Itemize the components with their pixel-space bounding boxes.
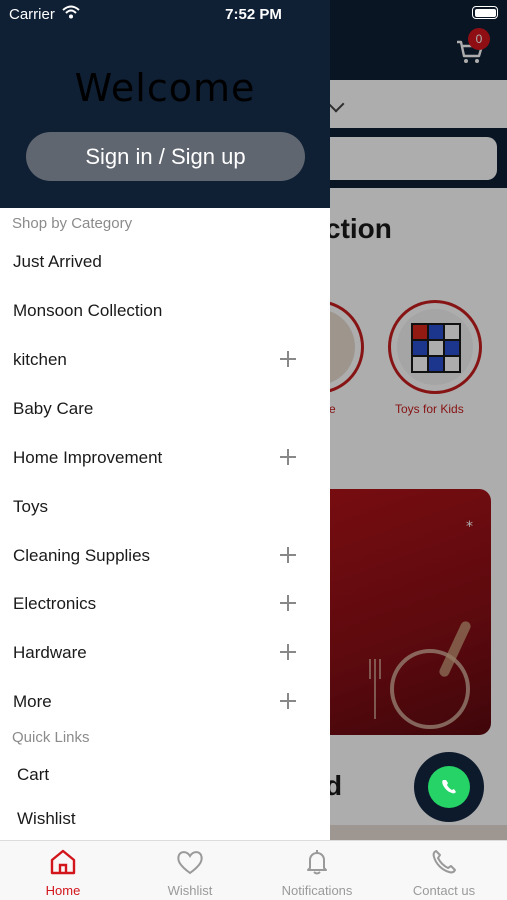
- clock: 7:52 PM: [225, 6, 282, 23]
- tab-label: Notifications: [281, 883, 353, 898]
- expand-plus-icon[interactable]: [280, 693, 296, 709]
- category-item-more[interactable]: More: [0, 680, 330, 724]
- category-item-baby-care[interactable]: Baby Care: [0, 387, 330, 431]
- side-drawer: Welcome Sign in / Sign up Shop by Catego…: [0, 0, 330, 840]
- heart-icon: [177, 851, 203, 875]
- tab-home[interactable]: Home: [0, 841, 126, 900]
- whatsapp-icon: [428, 766, 470, 808]
- category-item-label: Electronics: [13, 594, 97, 613]
- tab-notifications[interactable]: Notifications: [254, 841, 380, 900]
- category-item-electronics[interactable]: Electronics: [0, 582, 330, 626]
- expand-plus-icon[interactable]: [280, 644, 296, 660]
- home-icon: [50, 849, 76, 875]
- tab-wishlist[interactable]: Wishlist: [127, 841, 253, 900]
- status-bar: Carrier 7:52 PM: [0, 0, 507, 28]
- whatsapp-button[interactable]: [414, 752, 484, 822]
- category-item-toys[interactable]: Toys: [0, 485, 330, 529]
- bottom-tab-bar: Home Wishlist Notifications Contact us: [0, 840, 507, 900]
- shop-by-category-heading: Shop by Category: [12, 215, 133, 232]
- category-item-just-arrived[interactable]: Just Arrived: [0, 240, 330, 284]
- quick-link-label: Cart: [17, 765, 50, 784]
- category-item-hardware[interactable]: Hardware: [0, 631, 330, 675]
- category-item-label: Just Arrived: [13, 252, 102, 271]
- tab-label: Contact us: [412, 883, 476, 898]
- quick-links-heading: Quick Links: [12, 729, 90, 746]
- expand-plus-icon[interactable]: [280, 449, 296, 465]
- category-item-label: Cleaning Supplies: [13, 546, 151, 565]
- quick-link-wishlist[interactable]: Wishlist: [0, 801, 330, 837]
- category-item-cleaning-supplies[interactable]: Cleaning Supplies: [0, 534, 330, 578]
- category-item-label: More: [13, 692, 52, 711]
- category-item-kitchen[interactable]: kitchen: [0, 338, 330, 382]
- category-item-label: kitchen: [13, 350, 67, 369]
- quick-link-label: Wishlist: [17, 809, 76, 828]
- tab-label: Wishlist: [167, 883, 213, 898]
- category-item-home-improvement[interactable]: Home Improvement: [0, 436, 330, 480]
- phone-icon: [432, 850, 456, 874]
- bell-icon: [307, 850, 327, 875]
- tab-label: Home: [45, 883, 81, 898]
- expand-plus-icon[interactable]: [280, 595, 296, 611]
- category-item-label: Baby Care: [13, 399, 94, 418]
- category-item-label: Toys: [13, 497, 48, 516]
- tab-contact-us[interactable]: Contact us: [381, 841, 507, 900]
- expand-plus-icon[interactable]: [280, 351, 296, 367]
- category-item-label: Monsoon Collection: [13, 301, 163, 320]
- battery-icon: [472, 6, 498, 19]
- category-item-label: Hardware: [13, 643, 87, 662]
- expand-plus-icon[interactable]: [280, 547, 296, 563]
- category-item-label: Home Improvement: [13, 448, 163, 467]
- drawer-header: Welcome Sign in / Sign up: [0, 0, 330, 208]
- category-item-monsoon-collection[interactable]: Monsoon Collection: [0, 289, 330, 333]
- quick-link-cart[interactable]: Cart: [0, 757, 330, 793]
- welcome-text: Welcome: [74, 66, 256, 110]
- signin-button[interactable]: Sign in / Sign up: [26, 132, 305, 181]
